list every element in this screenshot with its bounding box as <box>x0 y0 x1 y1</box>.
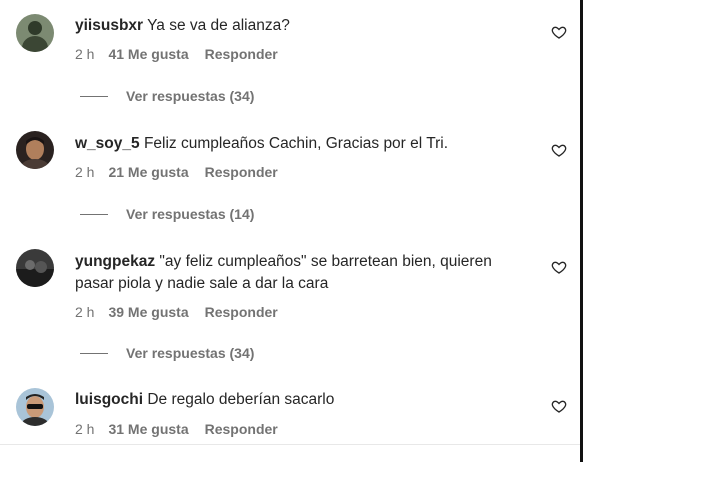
comment-body: yungpekaz "ay feliz cumpleaños" se barre… <box>75 251 515 295</box>
view-replies-label: Ver respuestas (34) <box>126 345 255 361</box>
comment-body: w_soy_5 Feliz cumpleaños Cachin, Gracias… <box>75 133 515 155</box>
comment-username[interactable]: luisgochi <box>75 391 143 408</box>
user-avatar[interactable] <box>16 388 54 426</box>
comment-text: De regalo deberían sacarlo <box>147 391 335 408</box>
reply-button[interactable]: Responder <box>205 421 278 437</box>
comment-time: 2 h <box>75 46 95 62</box>
comment-time: 2 h <box>75 304 95 320</box>
comment-username[interactable]: w_soy_5 <box>75 135 140 152</box>
user-avatar[interactable] <box>16 131 54 169</box>
panel-bottom-border <box>0 444 580 445</box>
comment-meta: 2 h 39 Me gusta Responder <box>75 304 278 320</box>
panel-divider <box>580 0 583 462</box>
likes-count[interactable]: 21 Me gusta <box>108 164 188 180</box>
comment-body: yiisusbxr Ya se va de alianza? <box>75 15 515 37</box>
view-replies-button[interactable]: Ver respuestas (34) <box>80 345 254 361</box>
comment-time: 2 h <box>75 164 95 180</box>
reply-button[interactable]: Responder <box>205 304 278 320</box>
heart-icon[interactable] <box>551 259 567 275</box>
comment-username[interactable]: yiisusbxr <box>75 17 143 34</box>
user-avatar[interactable] <box>16 14 54 52</box>
replies-line <box>80 213 108 215</box>
view-replies-button[interactable]: Ver respuestas (14) <box>80 206 254 222</box>
view-replies-label: Ver respuestas (34) <box>126 88 255 104</box>
comment-text: Ya se va de alianza? <box>147 17 290 34</box>
comment-text: Feliz cumpleaños Cachin, Gracias por el … <box>143 135 449 152</box>
comment-meta: 2 h 41 Me gusta Responder <box>75 46 278 62</box>
heart-icon[interactable] <box>551 24 567 40</box>
view-replies-button[interactable]: Ver respuestas (34) <box>80 88 254 104</box>
replies-line <box>80 95 108 97</box>
comment-body: luisgochi De regalo deberían sacarlo <box>75 389 515 411</box>
view-replies-label: Ver respuestas (14) <box>126 206 255 222</box>
reply-button[interactable]: Responder <box>205 46 278 62</box>
likes-count[interactable]: 41 Me gusta <box>108 46 188 62</box>
likes-count[interactable]: 31 Me gusta <box>108 421 188 437</box>
user-avatar[interactable] <box>16 249 54 287</box>
likes-count[interactable]: 39 Me gusta <box>108 304 188 320</box>
heart-icon[interactable] <box>551 142 567 158</box>
comment-username[interactable]: yungpekaz <box>75 253 155 270</box>
comment-meta: 2 h 21 Me gusta Responder <box>75 164 278 180</box>
replies-line <box>80 352 108 354</box>
comment-time: 2 h <box>75 421 95 437</box>
reply-button[interactable]: Responder <box>205 164 278 180</box>
comment-meta: 2 h 31 Me gusta Responder <box>75 421 278 437</box>
comments-panel: yiisusbxr Ya se va de alianza? 2 h 41 Me… <box>0 0 580 444</box>
heart-icon[interactable] <box>551 398 567 414</box>
